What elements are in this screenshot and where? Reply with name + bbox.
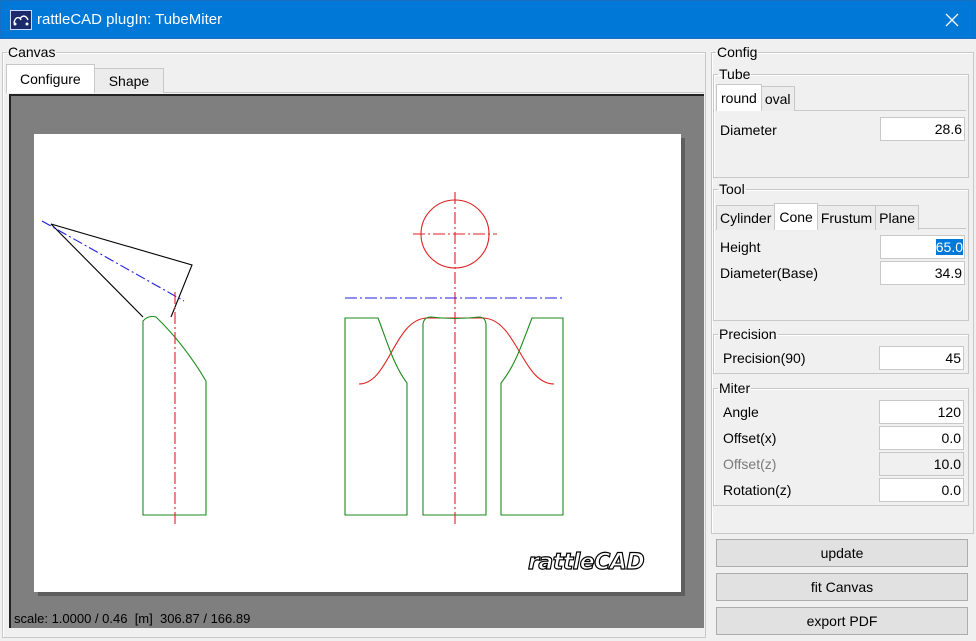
close-button[interactable] (929, 1, 975, 39)
close-icon (945, 13, 959, 27)
rotation-z-input[interactable] (879, 478, 964, 502)
diameter-input[interactable] (880, 117, 965, 141)
drawing-canvas[interactable]: rattleCAD scale: 1.0000 / 0.46 [m] 306.8… (9, 94, 704, 628)
tube-miter-drawing: rattleCAD (41, 192, 645, 576)
diameter-base-input[interactable] (880, 261, 965, 285)
update-button[interactable]: update (716, 539, 968, 567)
tube-tabs: round oval (716, 84, 795, 111)
precision-label: Precision(90) (723, 350, 806, 366)
tube-unwrap-left (344, 317, 408, 516)
offset-z-label: Offset(z) (723, 456, 777, 472)
cone-tool-outline-lower (50, 223, 144, 318)
height-value: 65.0 (935, 239, 963, 255)
miter-curve (358, 317, 555, 385)
tab-cone[interactable]: Cone (774, 203, 818, 230)
status-bar: scale: 1.0000 / 0.46 [m] 306.87 / 166.89 (14, 611, 251, 626)
tool-legend: Tool (719, 181, 745, 197)
tab-oval[interactable]: oval (760, 86, 795, 111)
angle-input[interactable] (879, 400, 964, 424)
offset-x-label: Offset(x) (723, 430, 777, 446)
tab-frustum[interactable]: Frustum (816, 205, 877, 230)
diameter-base-label: Diameter(Base) (720, 265, 819, 281)
rattlecad-logo: rattleCAD (528, 550, 644, 575)
tool-tabs: Cylinder Cone Frustum Plane (716, 203, 919, 230)
angle-label: Angle (723, 404, 759, 420)
rotation-z-label: Rotation(z) (723, 482, 792, 498)
app-icon (10, 10, 32, 30)
tab-plane[interactable]: Plane (875, 205, 919, 230)
tube-unwrap-right (500, 317, 564, 516)
canvas-legend: Canvas (8, 44, 56, 60)
precision-input[interactable] (879, 346, 964, 370)
tab-round[interactable]: round (716, 84, 762, 111)
offset-z-input (879, 452, 964, 476)
height-input[interactable]: 65.0 (880, 235, 965, 259)
config-legend: Config (717, 44, 758, 60)
tube-legend: Tube (719, 66, 751, 82)
tab-configure[interactable]: Configure (6, 64, 95, 93)
title-bar: rattleCAD plugIn: TubeMiter (0, 0, 976, 39)
height-label: Height (720, 239, 761, 255)
precision-legend: Precision (719, 326, 777, 342)
export-pdf-button[interactable]: export PDF (716, 607, 968, 635)
offset-x-input[interactable] (879, 426, 964, 450)
cone-axis (41, 220, 185, 302)
fit-canvas-button[interactable]: fit Canvas (716, 573, 968, 601)
canvas-tabs: Configure Shape (6, 64, 165, 93)
drawing-sheet: rattleCAD (34, 134, 681, 592)
cone-tool-outline (50, 223, 193, 318)
window-title: rattleCAD plugIn: TubeMiter (37, 11, 223, 28)
diameter-label: Diameter (720, 122, 777, 138)
tab-cylinder[interactable]: Cylinder (716, 205, 776, 230)
tab-shape[interactable]: Shape (93, 68, 165, 93)
miter-legend: Miter (719, 380, 751, 396)
